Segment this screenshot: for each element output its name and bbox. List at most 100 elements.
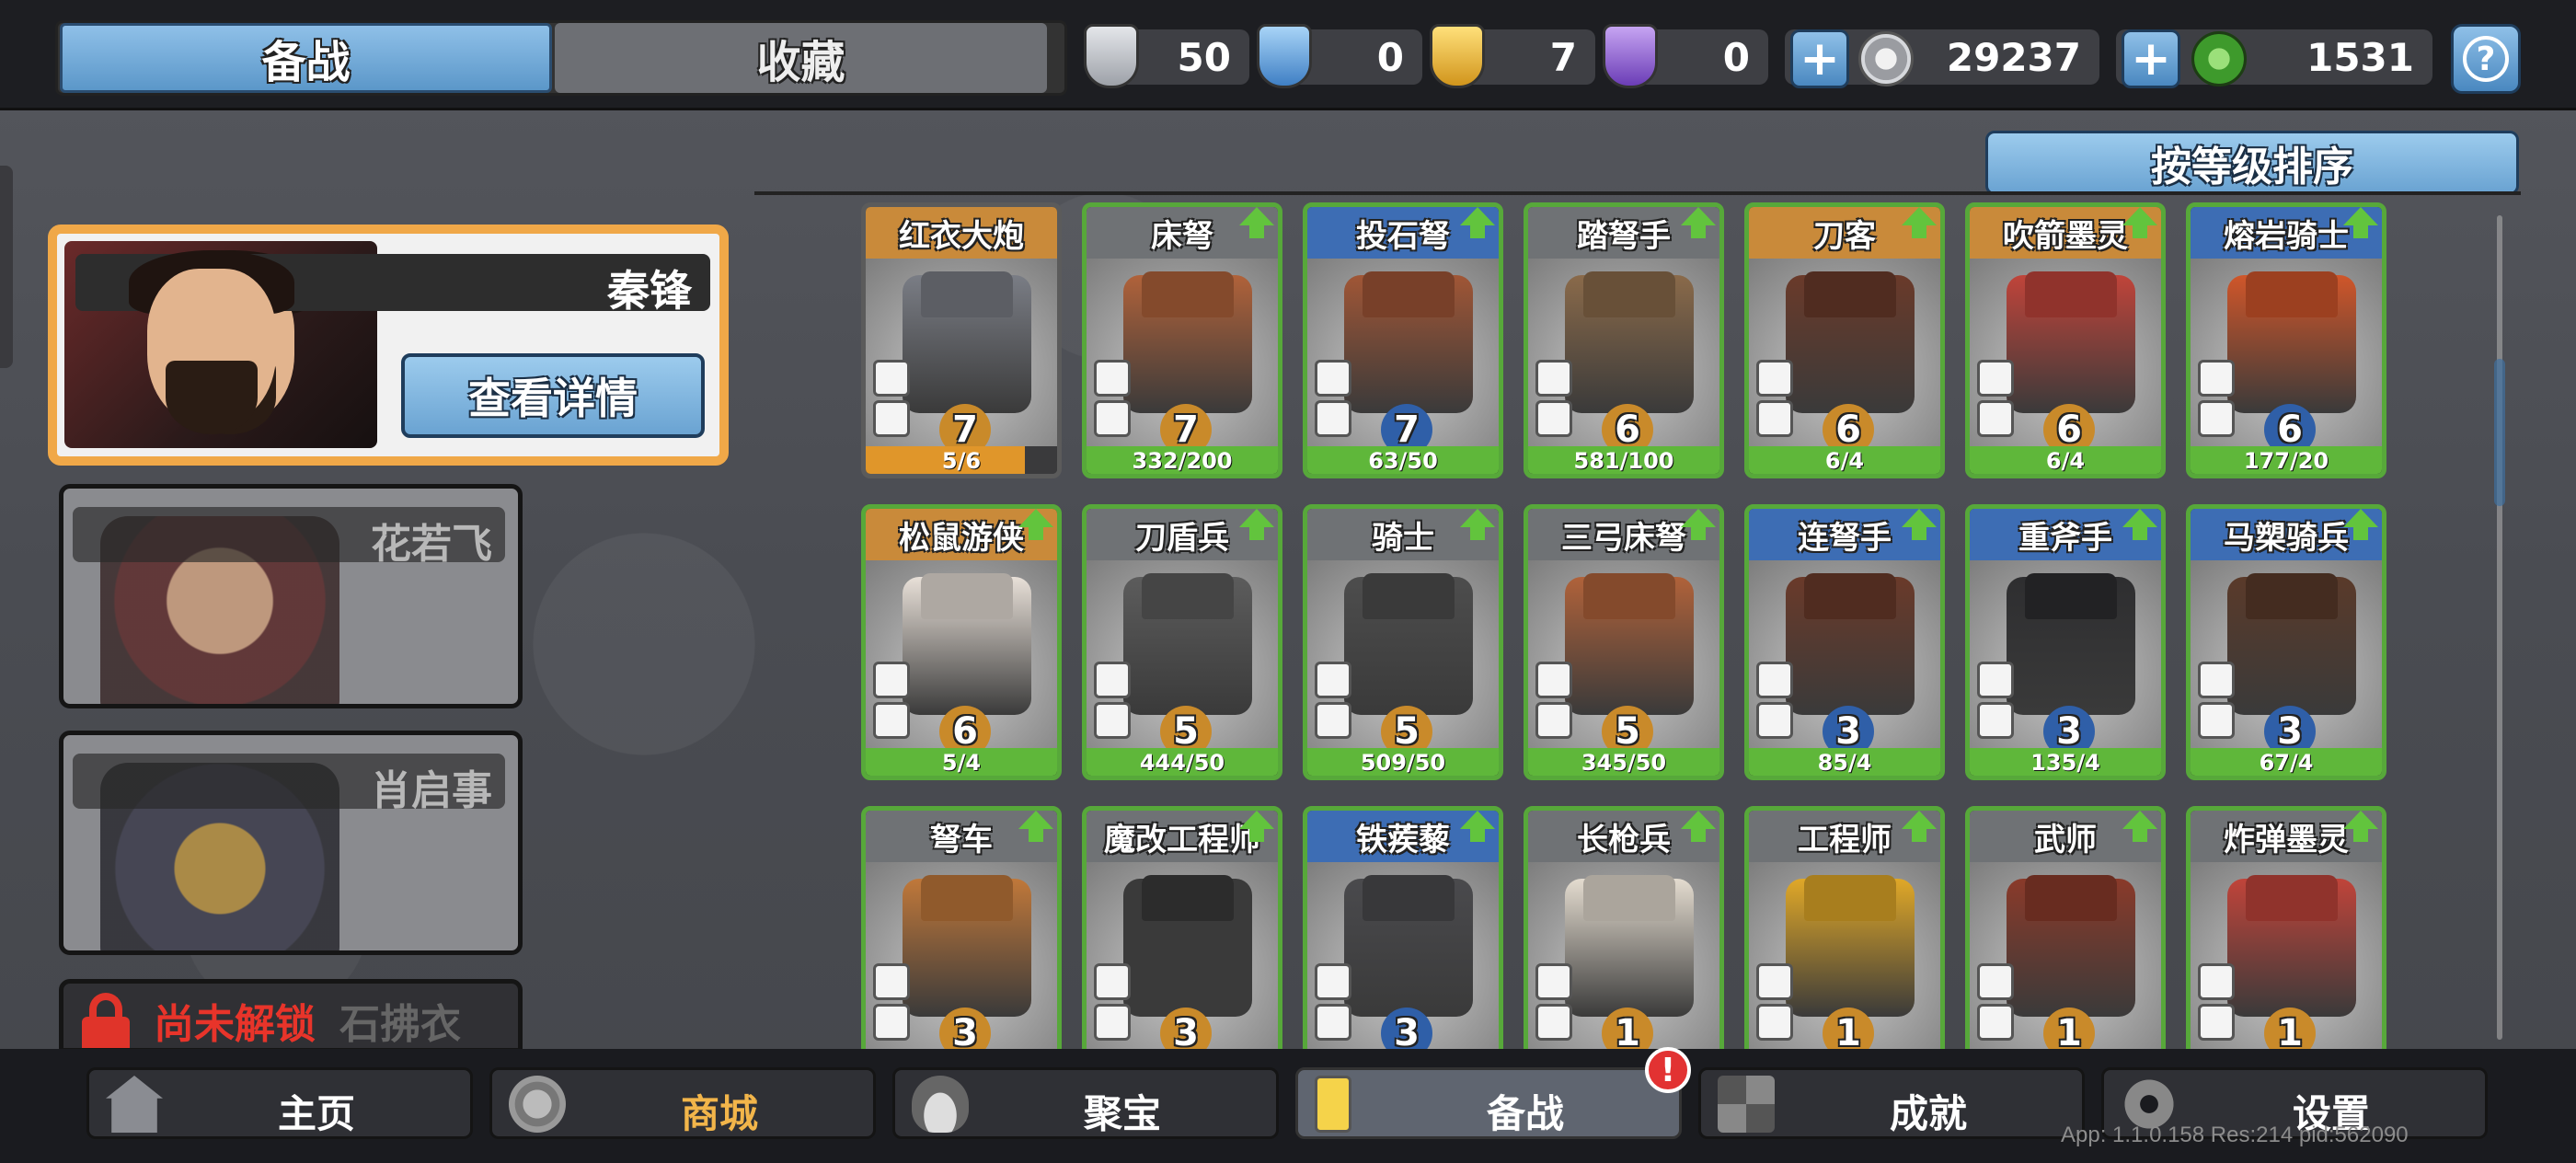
unit-portrait-detail xyxy=(2025,875,2117,921)
upgrade-arrow-icon xyxy=(1902,509,1937,540)
mask-icon xyxy=(2198,1004,2235,1041)
unit-progress-text: 135/4 xyxy=(2030,750,2100,776)
upgrade-arrow-icon xyxy=(2122,207,2157,238)
help-button[interactable]: ? xyxy=(2451,24,2521,94)
skull-icon xyxy=(1315,662,1351,698)
unit-card[interactable]: 熔岩骑士 6 177/20 xyxy=(2186,202,2386,478)
hero-name: 秦锋 xyxy=(607,266,692,316)
fist-icon xyxy=(1535,702,1572,739)
upgrade-arrow-icon xyxy=(1460,509,1495,540)
sort-by-level-button[interactable]: 按等级排序 xyxy=(1985,131,2519,195)
upgrade-arrow-icon xyxy=(1239,509,1274,540)
scrollbar-thumb[interactable] xyxy=(2494,359,2505,506)
nav-label: 聚宝 xyxy=(1083,1091,1161,1136)
wind-icon xyxy=(1535,1004,1572,1041)
unit-progress-text: 444/50 xyxy=(1139,750,1225,776)
silver-shield-icon xyxy=(1084,24,1139,88)
unit-card[interactable]: 刀客 6 6/4 xyxy=(1744,202,1945,478)
upgrade-arrow-icon xyxy=(1239,207,1274,238)
nav-button-2[interactable]: 聚宝 xyxy=(892,1067,1279,1139)
upgrade-arrow-icon xyxy=(1018,811,1053,842)
gold-shield-icon xyxy=(1430,24,1485,88)
unit-card[interactable]: 松鼠游侠 6 5/4 xyxy=(861,504,1062,780)
unit-card[interactable]: 魔改工程师 3 xyxy=(1082,806,1282,1049)
tab-group: 备战 收藏 xyxy=(55,20,1067,96)
nav-button-3[interactable]: 备战 xyxy=(1295,1067,1682,1139)
wall-icon xyxy=(873,360,910,397)
upgrade-arrow-icon xyxy=(2122,509,2157,540)
help-icon: ? xyxy=(2463,36,2509,82)
top-bar: 备战 收藏 50 0 7 0 29237 + 1531 + ? xyxy=(0,0,2576,110)
unit-card[interactable]: 投石弩 7 63/50 xyxy=(1303,202,1503,478)
shop-coins-icon xyxy=(509,1076,566,1133)
tab-prepare[interactable]: 备战 xyxy=(60,23,552,93)
upgrade-arrow-icon xyxy=(1239,811,1274,842)
unit-card[interactable]: 武师 1 xyxy=(1965,806,2166,1049)
unit-card[interactable]: 刀盾兵 5 444/50 xyxy=(1082,504,1282,780)
unit-portrait-detail xyxy=(2025,573,2117,619)
nav-button-4[interactable]: 成就 xyxy=(1698,1067,2085,1139)
nav-button-1[interactable]: 商城 xyxy=(489,1067,876,1139)
unit-card[interactable]: 铁蒺藜 3 xyxy=(1303,806,1503,1049)
gear-small-icon xyxy=(873,963,910,1000)
unit-card[interactable]: 三弓床弩 5 345/50 xyxy=(1524,504,1724,780)
unit-card[interactable]: 工程师 1 xyxy=(1744,806,1945,1049)
unit-progress-bar: 6/4 xyxy=(1970,446,2161,474)
unit-progress-text: 5/6 xyxy=(941,448,982,474)
unit-portrait-detail xyxy=(1363,271,1455,317)
unit-progress-text: 581/100 xyxy=(1573,448,1674,474)
wind-icon xyxy=(1977,702,2014,739)
unit-card[interactable]: 骑士 5 509/50 xyxy=(1303,504,1503,780)
coin-count: 29237 xyxy=(1946,35,2081,80)
unit-portrait-detail xyxy=(1804,573,1896,619)
unit-portrait-detail xyxy=(1804,875,1896,921)
unit-progress-bar: 85/4 xyxy=(1749,748,1940,776)
hero-card-locked[interactable]: 尚未解锁 石拂衣 xyxy=(59,979,523,1053)
side-drawer-handle[interactable] xyxy=(0,166,13,368)
unit-progress-bar: 581/100 xyxy=(1528,446,1719,474)
tab-collection[interactable]: 收藏 xyxy=(555,23,1047,93)
currency-purple-shield: 0 xyxy=(1603,24,1768,88)
nav-label: 备战 xyxy=(1486,1091,1564,1136)
sun-icon xyxy=(873,400,910,437)
sun-icon xyxy=(1756,1004,1793,1041)
hero-card-3[interactable]: 肖启事 xyxy=(59,731,523,955)
shield-icon xyxy=(2198,400,2235,437)
blue-shield-count: 0 xyxy=(1376,35,1404,80)
hero-card-selected[interactable]: 秦锋 查看详情 xyxy=(48,225,729,466)
unit-card[interactable]: 重斧手 3 135/4 xyxy=(1965,504,2166,780)
unit-card[interactable]: 吹箭墨灵 6 6/4 xyxy=(1965,202,2166,478)
view-details-button[interactable]: 查看详情 xyxy=(401,353,705,438)
unit-card[interactable]: 马槊骑兵 3 67/4 xyxy=(2186,504,2386,780)
unit-card[interactable]: 红衣大炮 7 5/6 xyxy=(861,202,1062,478)
nav-button-0[interactable]: 主页 xyxy=(86,1067,473,1139)
sword-icon xyxy=(1977,662,2014,698)
upgrade-arrow-icon xyxy=(1902,207,1937,238)
hero-card-2[interactable]: 花若飞 xyxy=(59,484,523,708)
upgrade-arrow-icon xyxy=(1681,207,1716,238)
wall-icon xyxy=(1535,662,1572,698)
add-coins-button[interactable]: + xyxy=(1790,29,1849,88)
scrollbar-track[interactable] xyxy=(2497,215,2502,1040)
wall-icon xyxy=(1094,360,1131,397)
add-jade-button[interactable]: + xyxy=(2122,29,2180,88)
unit-card[interactable]: 床弩 7 332/200 xyxy=(1082,202,1282,478)
unit-progress-text: 85/4 xyxy=(1817,750,1872,776)
unit-card[interactable]: 长枪兵 1 xyxy=(1524,806,1724,1049)
unit-card[interactable]: 连弩手 3 85/4 xyxy=(1744,504,1945,780)
treasure-bowl-icon xyxy=(912,1076,969,1133)
upgrade-arrow-icon xyxy=(2343,811,2378,842)
currency-gold-shield: 7 xyxy=(1430,24,1595,88)
unit-portrait-detail xyxy=(2246,875,2338,921)
unit-card[interactable]: 弩车 3 xyxy=(861,806,1062,1049)
unit-progress-bar: 67/4 xyxy=(2191,748,2382,776)
locked-status: 尚未解锁 xyxy=(154,1001,316,1048)
unit-progress-bar: 5/4 xyxy=(866,748,1057,776)
unit-card[interactable]: 踏弩手 6 581/100 xyxy=(1524,202,1724,478)
unit-card[interactable]: 炸弹墨灵 1 xyxy=(2186,806,2386,1049)
unit-progress-text: 6/4 xyxy=(1824,448,1865,474)
currency-silver-shield: 50 xyxy=(1084,24,1249,88)
unit-progress-bar: 345/50 xyxy=(1528,748,1719,776)
skull-icon xyxy=(1094,963,1131,1000)
upgrade-arrow-icon xyxy=(2122,811,2157,842)
